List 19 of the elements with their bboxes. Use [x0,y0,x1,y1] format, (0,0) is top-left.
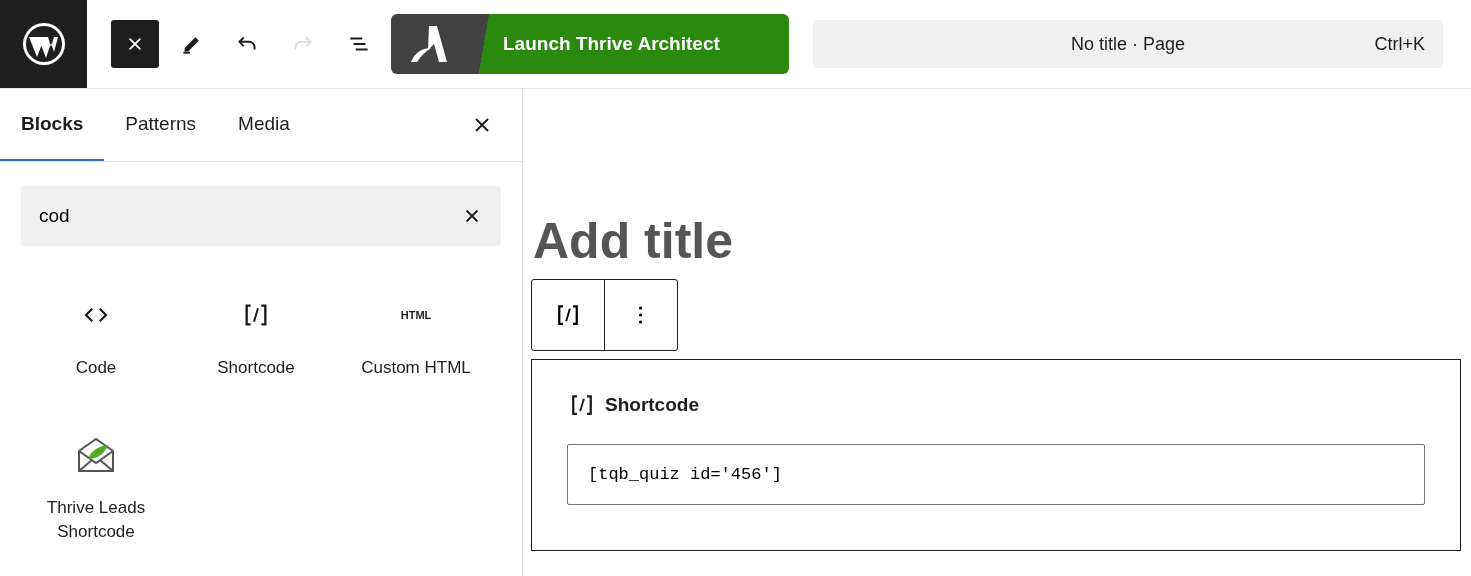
search-field[interactable]: cod [21,186,501,246]
shortcut-hint: Ctrl+K [1374,32,1425,56]
html-icon: HTML [400,306,432,324]
launch-button[interactable]: Launch Thrive Architect [391,14,789,74]
block-item[interactable]: Shortcode [176,282,336,422]
wordpress-logo[interactable] [0,0,87,88]
tab[interactable]: Media [217,89,311,161]
block-item[interactable]: Thrive Leads Shortcode [16,422,176,562]
tab[interactable]: Blocks [0,89,105,161]
more-options-icon [638,303,644,327]
tab[interactable]: Patterns [104,89,218,161]
command-bar[interactable]: No title · Page Ctrl+K [813,20,1443,68]
command-bar-title: No title · Page [1070,32,1186,56]
shortcode-input[interactable]: [tqb_quiz id='456'] [567,444,1425,505]
close-button[interactable] [111,20,159,68]
envelope-leaf-icon [76,435,116,475]
block-item[interactable]: Code [16,282,176,422]
block-label: Shortcode [605,392,699,417]
block-item[interactable]: HTML Custom HTML [336,282,496,422]
